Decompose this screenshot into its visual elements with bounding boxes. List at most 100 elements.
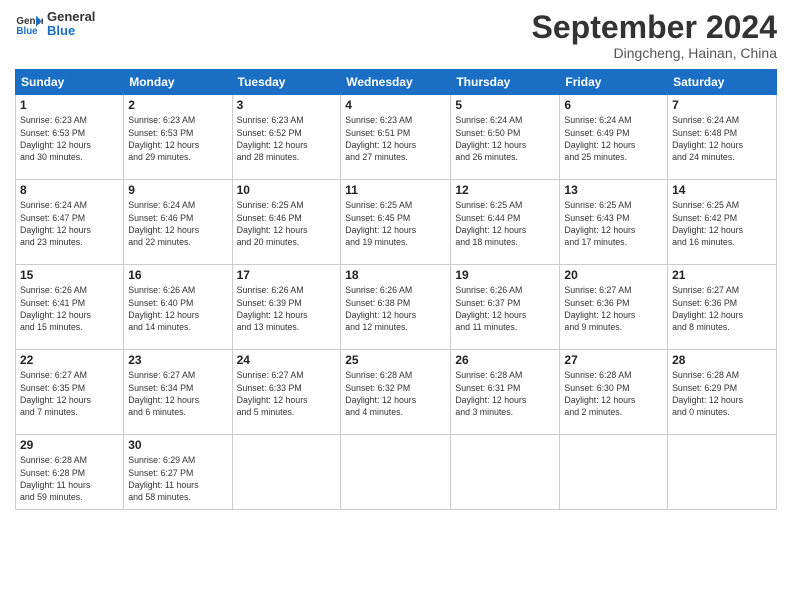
- day-number: 28: [672, 353, 772, 367]
- day-number: 11: [345, 183, 446, 197]
- day-info: Sunrise: 6:26 AM Sunset: 6:38 PM Dayligh…: [345, 284, 446, 333]
- day-number: 12: [455, 183, 555, 197]
- weekday-header: Monday: [124, 70, 232, 95]
- day-number: 23: [128, 353, 227, 367]
- day-number: 26: [455, 353, 555, 367]
- calendar-cell: 7 Sunrise: 6:24 AM Sunset: 6:48 PM Daylig…: [668, 95, 777, 180]
- day-number: 30: [128, 438, 227, 452]
- day-info: Sunrise: 6:28 AM Sunset: 6:29 PM Dayligh…: [672, 369, 772, 418]
- header: General Blue General Blue September 2024…: [15, 10, 777, 61]
- day-number: 24: [237, 353, 337, 367]
- calendar-cell: 27 Sunrise: 6:28 AM Sunset: 6:30 PM Dayli…: [560, 350, 668, 435]
- day-number: 10: [237, 183, 337, 197]
- day-number: 13: [564, 183, 663, 197]
- day-number: 18: [345, 268, 446, 282]
- calendar-cell: 6 Sunrise: 6:24 AM Sunset: 6:49 PM Daylig…: [560, 95, 668, 180]
- weekday-header: Sunday: [16, 70, 124, 95]
- day-info: Sunrise: 6:28 AM Sunset: 6:31 PM Dayligh…: [455, 369, 555, 418]
- day-info: Sunrise: 6:27 AM Sunset: 6:36 PM Dayligh…: [564, 284, 663, 333]
- calendar-cell: 11 Sunrise: 6:25 AM Sunset: 6:45 PM Dayli…: [341, 180, 451, 265]
- calendar-cell: 23 Sunrise: 6:27 AM Sunset: 6:34 PM Dayli…: [124, 350, 232, 435]
- day-info: Sunrise: 6:26 AM Sunset: 6:37 PM Dayligh…: [455, 284, 555, 333]
- day-number: 15: [20, 268, 119, 282]
- day-info: Sunrise: 6:25 AM Sunset: 6:44 PM Dayligh…: [455, 199, 555, 248]
- day-number: 2: [128, 98, 227, 112]
- calendar-cell: [668, 435, 777, 510]
- day-number: 22: [20, 353, 119, 367]
- calendar-cell: 10 Sunrise: 6:25 AM Sunset: 6:46 PM Dayli…: [232, 180, 341, 265]
- day-number: 29: [20, 438, 119, 452]
- day-number: 21: [672, 268, 772, 282]
- day-info: Sunrise: 6:25 AM Sunset: 6:45 PM Dayligh…: [345, 199, 446, 248]
- calendar-cell: 1 Sunrise: 6:23 AM Sunset: 6:53 PM Daylig…: [16, 95, 124, 180]
- calendar-cell: 26 Sunrise: 6:28 AM Sunset: 6:31 PM Dayli…: [451, 350, 560, 435]
- calendar-cell: 20Sunrise: 6:27 AM Sunset: 6:36 PM Dayli…: [560, 265, 668, 350]
- calendar-cell: 14 Sunrise: 6:25 AM Sunset: 6:42 PM Dayli…: [668, 180, 777, 265]
- calendar-cell: 24 Sunrise: 6:27 AM Sunset: 6:33 PM Dayli…: [232, 350, 341, 435]
- day-info: Sunrise: 6:24 AM Sunset: 6:49 PM Dayligh…: [564, 114, 663, 163]
- day-info: Sunrise: 6:26 AM Sunset: 6:39 PM Dayligh…: [237, 284, 337, 333]
- weekday-header: Friday: [560, 70, 668, 95]
- day-info: Sunrise: 6:23 AM Sunset: 6:53 PM Dayligh…: [20, 114, 119, 163]
- calendar-cell: 18 Sunrise: 6:26 AM Sunset: 6:38 PM Dayli…: [341, 265, 451, 350]
- day-info: Sunrise: 6:24 AM Sunset: 6:48 PM Dayligh…: [672, 114, 772, 163]
- calendar-week-row: 8Sunrise: 6:24 AM Sunset: 6:47 PM Daylig…: [16, 180, 777, 265]
- calendar-cell: [341, 435, 451, 510]
- day-number: 7: [672, 98, 772, 112]
- calendar-cell: 29 Sunrise: 6:28 AM Sunset: 6:28 PM Dayli…: [16, 435, 124, 510]
- day-number: 6: [564, 98, 663, 112]
- day-number: 9: [128, 183, 227, 197]
- day-number: 1: [20, 98, 119, 112]
- calendar: SundayMondayTuesdayWednesdayThursdayFrid…: [15, 69, 777, 510]
- weekday-header: Saturday: [668, 70, 777, 95]
- calendar-cell: 5Sunrise: 6:24 AM Sunset: 6:50 PM Daylig…: [451, 95, 560, 180]
- weekday-header: Wednesday: [341, 70, 451, 95]
- day-info: Sunrise: 6:24 AM Sunset: 6:47 PM Dayligh…: [20, 199, 119, 248]
- day-number: 16: [128, 268, 227, 282]
- calendar-week-row: 29 Sunrise: 6:28 AM Sunset: 6:28 PM Dayli…: [16, 435, 777, 510]
- day-info: Sunrise: 6:27 AM Sunset: 6:34 PM Dayligh…: [128, 369, 227, 418]
- day-number: 25: [345, 353, 446, 367]
- day-info: Sunrise: 6:25 AM Sunset: 6:43 PM Dayligh…: [564, 199, 663, 248]
- calendar-cell: 28 Sunrise: 6:28 AM Sunset: 6:29 PM Dayli…: [668, 350, 777, 435]
- day-info: Sunrise: 6:25 AM Sunset: 6:46 PM Dayligh…: [237, 199, 337, 248]
- calendar-week-row: 22Sunrise: 6:27 AM Sunset: 6:35 PM Dayli…: [16, 350, 777, 435]
- day-info: Sunrise: 6:27 AM Sunset: 6:33 PM Dayligh…: [237, 369, 337, 418]
- month-title: September 2024: [532, 10, 777, 45]
- logo-general: General: [47, 10, 95, 24]
- calendar-week-row: 15 Sunrise: 6:26 AM Sunset: 6:41 PM Dayli…: [16, 265, 777, 350]
- calendar-week-row: 1 Sunrise: 6:23 AM Sunset: 6:53 PM Daylig…: [16, 95, 777, 180]
- day-number: 17: [237, 268, 337, 282]
- calendar-cell: 19 Sunrise: 6:26 AM Sunset: 6:37 PM Dayli…: [451, 265, 560, 350]
- location: Dingcheng, Hainan, China: [532, 45, 777, 61]
- day-info: Sunrise: 6:24 AM Sunset: 6:50 PM Dayligh…: [455, 114, 555, 163]
- calendar-cell: 9 Sunrise: 6:24 AM Sunset: 6:46 PM Daylig…: [124, 180, 232, 265]
- day-info: Sunrise: 6:23 AM Sunset: 6:52 PM Dayligh…: [237, 114, 337, 163]
- day-number: 4: [345, 98, 446, 112]
- calendar-cell: 2 Sunrise: 6:23 AM Sunset: 6:53 PM Daylig…: [124, 95, 232, 180]
- weekday-header: Thursday: [451, 70, 560, 95]
- day-info: Sunrise: 6:26 AM Sunset: 6:41 PM Dayligh…: [20, 284, 119, 333]
- calendar-cell: 21 Sunrise: 6:27 AM Sunset: 6:36 PM Dayli…: [668, 265, 777, 350]
- title-block: September 2024 Dingcheng, Hainan, China: [532, 10, 777, 61]
- calendar-cell: 30 Sunrise: 6:29 AM Sunset: 6:27 PM Dayli…: [124, 435, 232, 510]
- day-info: Sunrise: 6:29 AM Sunset: 6:27 PM Dayligh…: [128, 454, 227, 503]
- day-info: Sunrise: 6:25 AM Sunset: 6:42 PM Dayligh…: [672, 199, 772, 248]
- day-info: Sunrise: 6:27 AM Sunset: 6:36 PM Dayligh…: [672, 284, 772, 333]
- day-number: 19: [455, 268, 555, 282]
- day-info: Sunrise: 6:23 AM Sunset: 6:51 PM Dayligh…: [345, 114, 446, 163]
- logo: General Blue General Blue: [15, 10, 95, 39]
- day-number: 14: [672, 183, 772, 197]
- day-info: Sunrise: 6:23 AM Sunset: 6:53 PM Dayligh…: [128, 114, 227, 163]
- day-number: 27: [564, 353, 663, 367]
- calendar-cell: 4 Sunrise: 6:23 AM Sunset: 6:51 PM Daylig…: [341, 95, 451, 180]
- day-info: Sunrise: 6:28 AM Sunset: 6:30 PM Dayligh…: [564, 369, 663, 418]
- weekday-header: Tuesday: [232, 70, 341, 95]
- calendar-cell: [560, 435, 668, 510]
- day-info: Sunrise: 6:28 AM Sunset: 6:28 PM Dayligh…: [20, 454, 119, 503]
- day-info: Sunrise: 6:24 AM Sunset: 6:46 PM Dayligh…: [128, 199, 227, 248]
- calendar-cell: [232, 435, 341, 510]
- calendar-cell: 17 Sunrise: 6:26 AM Sunset: 6:39 PM Dayli…: [232, 265, 341, 350]
- day-info: Sunrise: 6:28 AM Sunset: 6:32 PM Dayligh…: [345, 369, 446, 418]
- calendar-cell: 22Sunrise: 6:27 AM Sunset: 6:35 PM Dayli…: [16, 350, 124, 435]
